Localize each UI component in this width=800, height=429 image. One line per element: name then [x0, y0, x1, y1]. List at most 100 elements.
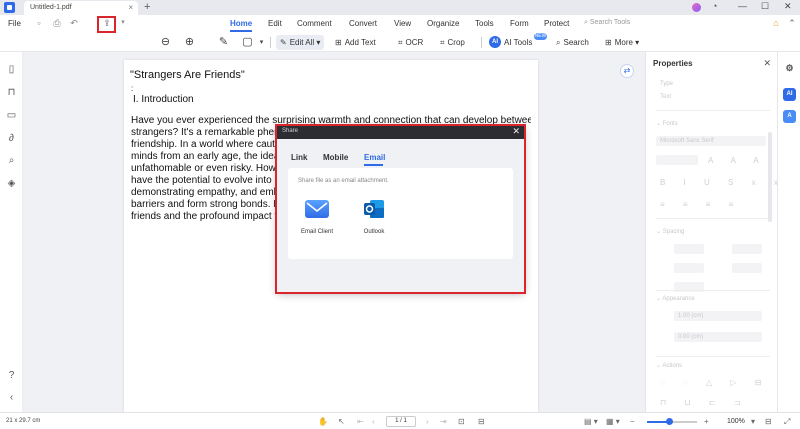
translate-icon[interactable]: A — [783, 110, 796, 123]
fit-page-icon[interactable]: ⊡ — [458, 417, 465, 426]
spacing-section-label: ⌄ Spacing — [656, 229, 685, 235]
notification-icon[interactable]: ◔ — [712, 1, 717, 11]
fit-width-icon[interactable]: ⊟ — [765, 417, 772, 426]
zoom-in-icon[interactable]: ⊕ — [183, 36, 196, 49]
collapse-ribbon-icon[interactable]: ⌃ — [787, 18, 797, 28]
zoom-out-icon[interactable]: ⊖ — [159, 36, 172, 49]
next-page-icon[interactable]: › — [426, 417, 429, 426]
tab-form[interactable]: Form — [510, 19, 529, 28]
cloud-upload-icon[interactable]: ⌂ — [771, 18, 781, 28]
document-tab[interactable]: Untitled-1.pdf × — [24, 1, 138, 15]
font-name-select[interactable]: Microsoft Sans Serif — [656, 136, 766, 146]
shape-dropdown-icon[interactable]: ▾ — [255, 36, 268, 49]
more-dropdown-icon: ▾ — [632, 38, 640, 47]
tab-organize[interactable]: Organize — [427, 19, 459, 28]
search-tools-input[interactable]: ⌕ Search Tools — [584, 19, 630, 27]
search-panel-icon[interactable]: ⌕ — [6, 155, 17, 166]
page-number-input[interactable]: 1 / 1 — [386, 416, 416, 427]
tab-protect[interactable]: Protect — [544, 19, 569, 28]
app-logo-icon — [4, 2, 15, 13]
action-icons[interactable]: ◌ ◌ △ ▷ ⊟ ⊞ — [660, 378, 794, 387]
edit-all-label: Edit All — [289, 38, 315, 47]
properties-toggle-icon[interactable]: ⚙ — [783, 62, 796, 75]
first-page-icon[interactable]: ⇤ — [357, 417, 364, 426]
text-align-icons[interactable]: ≡ ≡ ≡ ≡ — [660, 200, 741, 209]
more-label: More — [614, 38, 633, 47]
layers-icon[interactable]: ◈ — [6, 178, 17, 189]
ai-tools-icon[interactable]: AI — [489, 36, 501, 48]
add-text-button[interactable]: ⊞ Add Text — [335, 38, 376, 47]
zoom-level[interactable]: 100% — [727, 418, 745, 425]
attachment-icon[interactable]: ∂ — [6, 133, 17, 144]
appearance-section-label: ⌄ Appearance — [656, 296, 695, 302]
char-spacing-input[interactable] — [732, 244, 762, 254]
new-tab-button[interactable]: + — [144, 1, 150, 13]
tab-home[interactable]: Home — [230, 19, 252, 28]
save-icon[interactable]: ▫ — [34, 18, 44, 28]
last-page-icon[interactable]: ⇥ — [440, 417, 447, 426]
shape-icon[interactable]: ▢ — [241, 36, 254, 49]
tab-tools[interactable]: Tools — [475, 19, 494, 28]
line-spacing-input[interactable] — [674, 244, 704, 254]
appearance-field-1[interactable]: 1.00 (cm) — [674, 311, 762, 321]
bookmark-icon[interactable]: ⊓ — [6, 87, 17, 98]
ocr-label: OCR — [405, 38, 424, 47]
tab-view[interactable]: View — [394, 19, 411, 28]
close-window-icon[interactable]: ✕ — [784, 1, 792, 12]
crop-icon: ⌗ — [440, 38, 445, 47]
new-badge: NEW — [534, 33, 547, 40]
more-button[interactable]: ⊞ More ▾ — [605, 38, 639, 47]
close-icon[interactable]: ✕ — [763, 58, 771, 69]
maximize-icon[interactable]: ☐ — [761, 1, 769, 12]
text-format-icons[interactable]: B I U S x x — [660, 178, 786, 187]
collapse-left-icon[interactable]: ‹ — [6, 392, 17, 403]
ocr-button[interactable]: ⌗ OCR — [398, 38, 423, 48]
reading-mode-icon[interactable]: ▦ ▾ — [606, 417, 620, 426]
zoom-slider-handle[interactable] — [666, 418, 673, 425]
select-tool-icon[interactable]: ↖ — [338, 417, 345, 426]
print-icon[interactable]: ⎙ — [52, 18, 62, 28]
file-menu[interactable]: File — [8, 19, 21, 28]
ai-tools-button[interactable]: AI Tools — [504, 38, 532, 47]
page-layout-icon[interactable]: ▤ ▾ — [584, 417, 598, 426]
prev-page-icon[interactable]: ‹ — [372, 417, 375, 426]
ocr-suggestion-icon[interactable]: ⇄ — [620, 64, 634, 78]
fullscreen-icon[interactable]: ⤢ — [784, 417, 790, 427]
add-text-icon: ⊞ — [335, 38, 342, 47]
zoom-in-icon[interactable]: + — [704, 417, 709, 426]
zoom-out-icon[interactable]: − — [630, 417, 635, 426]
paragraph-spacing-input[interactable] — [732, 263, 762, 273]
tab-edit[interactable]: Edit — [268, 19, 282, 28]
hand-tool-icon[interactable]: ✋ — [318, 417, 328, 426]
zoom-dropdown-icon[interactable]: ▾ — [751, 417, 755, 426]
font-name-value: Microsoft Sans Serif — [660, 138, 714, 144]
comment-icon[interactable]: ▭ — [6, 110, 17, 121]
minimize-icon[interactable]: — — [738, 1, 747, 11]
left-sidebar: ▯ ⊓ ▭ ∂ ⌕ ◈ ? ‹ — [0, 52, 23, 412]
word-spacing-input[interactable] — [674, 263, 704, 273]
search-button[interactable]: ⌕ Search — [556, 38, 589, 48]
dialog-highlight-frame — [275, 124, 526, 294]
ai-assistant-icon[interactable]: AI — [783, 88, 796, 101]
divider — [656, 290, 770, 291]
edit-all-dropdown-icon: ▾ — [314, 38, 321, 47]
properties-scrollbar[interactable] — [768, 132, 772, 222]
tab-convert[interactable]: Convert — [349, 19, 377, 28]
close-tab-icon[interactable]: × — [128, 3, 133, 12]
highlight-icon[interactable]: ✎ — [217, 36, 230, 49]
tab-comment[interactable]: Comment — [297, 19, 332, 28]
divider — [656, 110, 770, 111]
document-tab-label: Untitled-1.pdf — [30, 4, 72, 11]
font-size-select[interactable] — [656, 155, 698, 165]
appearance-field-2[interactable]: 0.00 (cm) — [674, 332, 762, 342]
undo-icon[interactable]: ↶ — [69, 18, 79, 28]
crop-button[interactable]: ⌗ Crop — [440, 38, 465, 48]
type-label: Type — [660, 81, 674, 87]
page-thumbnail-icon[interactable]: ▯ — [6, 64, 17, 75]
customize-dropdown-icon[interactable]: ▾ — [118, 18, 128, 28]
rotate-icon[interactable]: ⊟ — [478, 417, 485, 426]
edit-all-button[interactable]: ✎ Edit All ▾ — [280, 38, 320, 47]
avatar[interactable] — [692, 3, 701, 12]
arrange-icons[interactable]: ⊓ ⊔ ⊏ ⊐ — [660, 398, 749, 407]
help-icon[interactable]: ? — [6, 370, 17, 381]
